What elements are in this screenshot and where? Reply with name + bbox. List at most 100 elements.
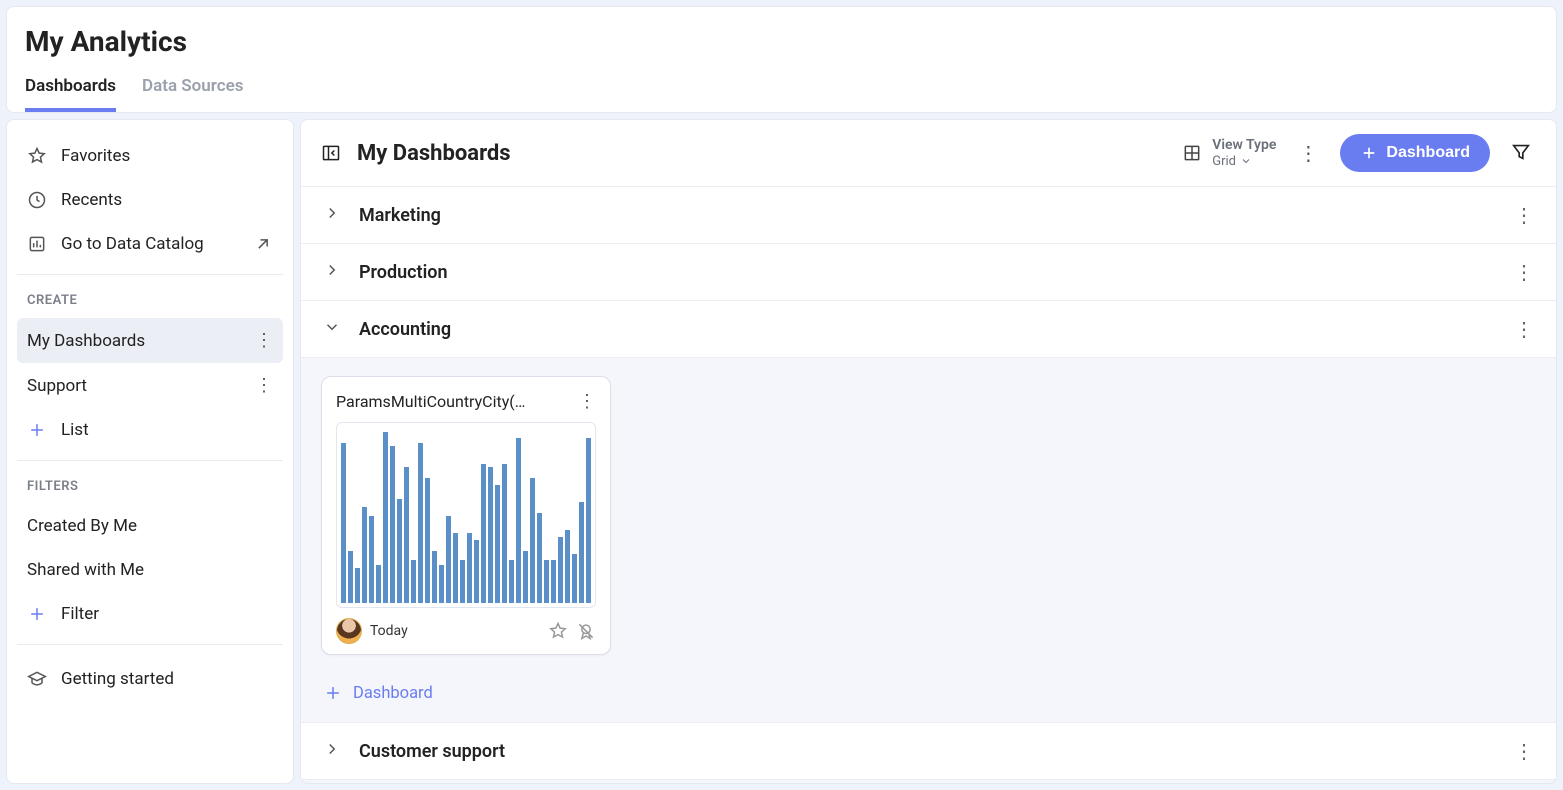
- sidebar-item-support[interactable]: Support ⋮: [17, 363, 283, 408]
- chart-bar: [565, 530, 570, 603]
- tab-dashboards[interactable]: Dashboards: [25, 76, 116, 112]
- sidebar-item-favorites[interactable]: Favorites: [17, 134, 283, 178]
- dashboard-card[interactable]: ParamsMultiCountryCity(… ⋮ Today: [321, 376, 611, 655]
- tab-data-sources[interactable]: Data Sources: [142, 76, 243, 112]
- main-title: My Dashboards: [357, 141, 1166, 166]
- chart-bar: [495, 485, 500, 603]
- collapse-panel-icon[interactable]: [321, 143, 341, 163]
- folder-name: Customer support: [359, 741, 1496, 762]
- chart-bar: [425, 478, 430, 603]
- page-title: My Analytics: [25, 25, 1538, 58]
- catalog-icon: [27, 234, 47, 254]
- button-label: Dashboard: [1386, 144, 1470, 162]
- chart-bar: [376, 565, 381, 603]
- sidebar-item-label: Favorites: [61, 146, 130, 166]
- topbar: My Analytics Dashboards Data Sources: [6, 6, 1557, 113]
- chart-bar: [544, 560, 549, 604]
- graduation-cap-icon: [27, 669, 47, 689]
- add-dashboard-button[interactable]: Dashboard: [301, 665, 1556, 723]
- folder-content-accounting: ParamsMultiCountryCity(… ⋮ Today: [301, 358, 1556, 665]
- chart-bar: [586, 438, 591, 603]
- sidebar-item-label: Shared with Me: [27, 560, 144, 580]
- sidebar-item-getting-started[interactable]: Getting started: [17, 657, 283, 701]
- sidebar-heading-create: CREATE: [17, 287, 283, 318]
- chart-bar: [467, 533, 472, 603]
- more-icon[interactable]: ⋮: [578, 391, 596, 412]
- clock-icon: [27, 190, 47, 210]
- more-icon[interactable]: ⋮: [255, 330, 273, 351]
- chart-bar: [383, 432, 388, 603]
- sidebar-item-my-dashboards[interactable]: My Dashboards ⋮: [17, 318, 283, 363]
- sidebar-item-label: Created By Me: [27, 516, 137, 536]
- folder-row-marketing[interactable]: Marketing ⋮: [301, 186, 1556, 244]
- external-link-icon: [253, 234, 273, 254]
- chart-preview: [336, 422, 596, 608]
- more-icon[interactable]: ⋮: [1514, 317, 1534, 341]
- sidebar-item-label: My Dashboards: [27, 331, 145, 351]
- chevron-right-icon: [323, 261, 341, 283]
- chart-bar: [453, 533, 458, 603]
- filter-button[interactable]: [1506, 137, 1536, 170]
- main-panel: My Dashboards View Type Grid ⋮: [300, 119, 1557, 784]
- sidebar-item-label: Recents: [61, 190, 122, 210]
- sidebar-item-recents[interactable]: Recents: [17, 178, 283, 222]
- chart-bar: [397, 499, 402, 603]
- new-dashboard-button[interactable]: Dashboard: [1340, 134, 1490, 172]
- card-title: ParamsMultiCountryCity(…: [336, 392, 570, 411]
- add-dashboard-label: Dashboard: [353, 684, 433, 703]
- sidebar-item-data-catalog[interactable]: Go to Data Catalog: [17, 222, 283, 266]
- sidebar-heading-filters: FILTERS: [17, 473, 283, 504]
- chart-bar: [558, 537, 563, 603]
- chart-bar: [369, 516, 374, 603]
- sidebar-item-label: Getting started: [61, 669, 174, 689]
- view-type-label: View Type: [1212, 137, 1276, 154]
- sidebar-item-label: Go to Data Catalog: [61, 234, 204, 254]
- more-icon[interactable]: ⋮: [1514, 739, 1534, 763]
- chevron-down-icon: [323, 318, 341, 340]
- folder-name: Accounting: [359, 319, 1496, 340]
- folder-row-accounting[interactable]: Accounting ⋮: [301, 300, 1556, 358]
- sidebar-item-created-by-me[interactable]: Created By Me: [17, 504, 283, 548]
- sidebar-item-shared-with-me[interactable]: Shared with Me: [17, 548, 283, 592]
- chart-bar: [502, 464, 507, 603]
- chart-bar: [530, 478, 535, 603]
- chart-bar: [579, 502, 584, 603]
- chart-bar: [572, 554, 577, 603]
- sidebar-item-label: List: [61, 420, 89, 440]
- tabs: Dashboards Data Sources: [25, 76, 1538, 112]
- star-icon[interactable]: [548, 621, 568, 641]
- view-type-value: Grid: [1212, 154, 1276, 170]
- view-type-selector[interactable]: View Type Grid: [1182, 137, 1276, 169]
- card-date: Today: [370, 623, 540, 639]
- more-icon[interactable]: ⋮: [1292, 141, 1324, 165]
- chart-bar: [348, 551, 353, 603]
- chart-bar: [341, 443, 346, 603]
- chart-bar: [460, 560, 465, 604]
- folder-row-production[interactable]: Production ⋮: [301, 243, 1556, 301]
- sidebar-add-filter[interactable]: Filter: [17, 592, 283, 636]
- chart-bar: [474, 540, 479, 603]
- chevron-right-icon: [323, 204, 341, 226]
- folder-name: Production: [359, 262, 1496, 283]
- folder-row-customer-support[interactable]: Customer support ⋮: [301, 722, 1556, 780]
- certify-icon[interactable]: [576, 621, 596, 641]
- chart-bar: [516, 438, 521, 603]
- more-icon[interactable]: ⋮: [1514, 203, 1534, 227]
- chevron-right-icon: [323, 740, 341, 762]
- plus-icon: [27, 420, 47, 440]
- main-header: My Dashboards View Type Grid ⋮: [301, 120, 1556, 187]
- more-icon[interactable]: ⋮: [1514, 260, 1534, 284]
- chart-bar: [537, 513, 542, 603]
- chart-bar: [411, 560, 416, 604]
- sidebar-item-label: Support: [27, 376, 87, 396]
- more-icon[interactable]: ⋮: [255, 375, 273, 396]
- chart-bar: [509, 560, 514, 604]
- chart-bar: [390, 446, 395, 603]
- avatar: [336, 618, 362, 644]
- star-icon: [27, 146, 47, 166]
- chart-bar: [488, 467, 493, 603]
- chart-bar: [362, 507, 367, 603]
- chart-bar: [404, 467, 409, 603]
- chart-bar: [418, 443, 423, 603]
- sidebar-add-list[interactable]: List: [17, 408, 283, 452]
